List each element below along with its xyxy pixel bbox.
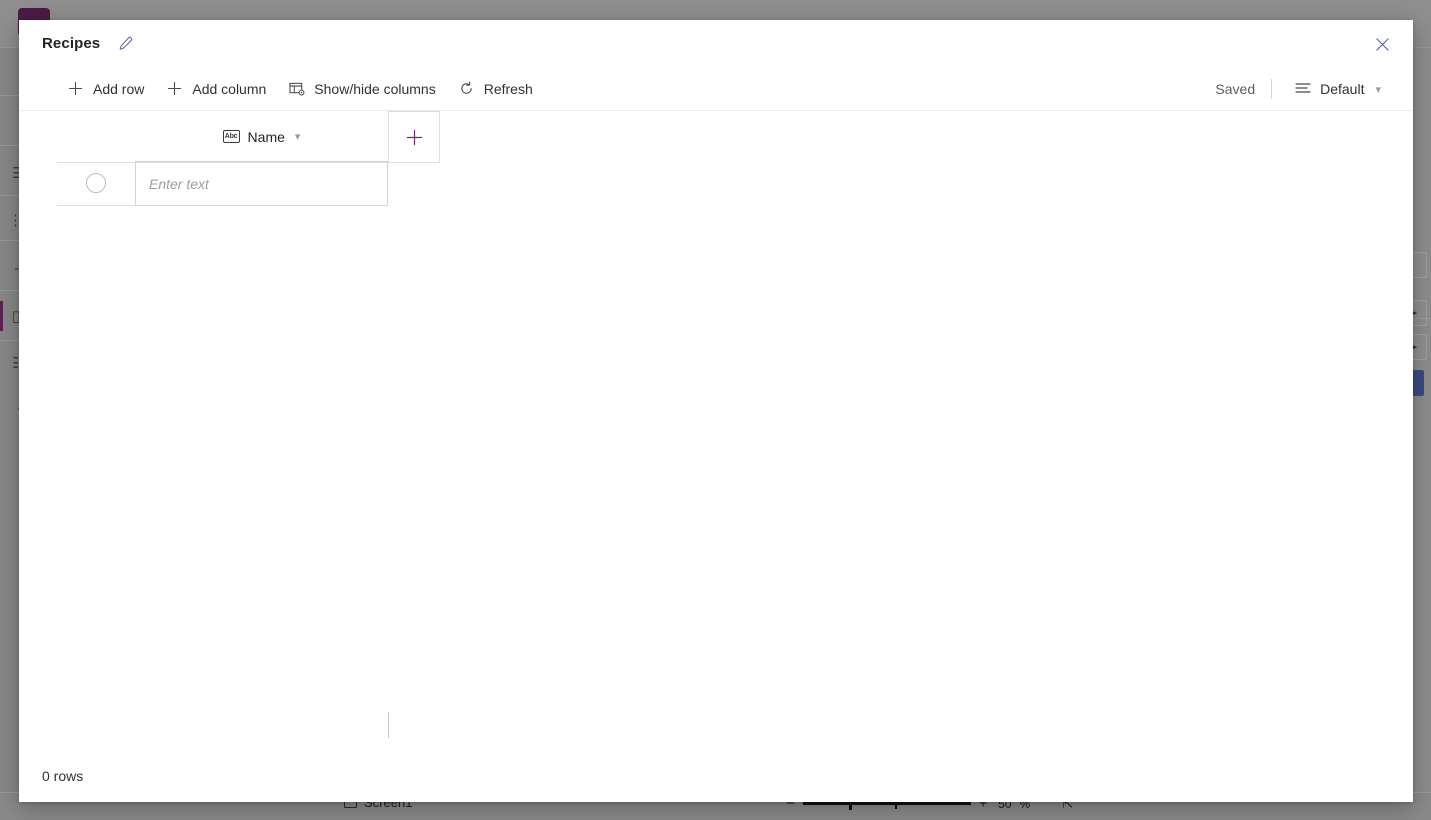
- new-row-name-input[interactable]: [147, 174, 387, 193]
- zoom-slider[interactable]: [802, 797, 971, 810]
- view-label: Default: [1320, 81, 1365, 97]
- add-column-button[interactable]: Add column: [156, 73, 276, 105]
- plus-icon: [406, 129, 422, 145]
- show-hide-columns-button[interactable]: Show/hide columns: [278, 73, 445, 105]
- grid-new-row: [57, 161, 388, 206]
- grid-header-row: Abc Name ▾: [57, 111, 388, 163]
- grid-header-select-cell: [57, 111, 135, 163]
- row-select-cell[interactable]: [57, 161, 135, 206]
- close-dialog-button[interactable]: [1367, 29, 1397, 59]
- columns-settings-icon: [288, 80, 305, 97]
- command-separator: [1271, 79, 1273, 99]
- grid-add-column-button[interactable]: [388, 111, 440, 163]
- add-row-button[interactable]: Add row: [57, 73, 154, 105]
- refresh-label: Refresh: [483, 80, 533, 97]
- grid-column-header-name[interactable]: Abc Name ▾: [135, 111, 388, 163]
- view-selector-button[interactable]: Default ▾: [1284, 73, 1391, 105]
- chevron-down-icon: ▾: [294, 131, 301, 143]
- row-count-label: 0 rows: [42, 768, 84, 784]
- save-status-label: Saved: [1215, 81, 1256, 97]
- dialog-title-bar: Recipes: [19, 20, 1413, 67]
- column-resize-guide: [388, 712, 389, 738]
- add-column-label: Add column: [192, 80, 267, 97]
- show-hide-columns-label: Show/hide columns: [314, 80, 436, 97]
- close-icon: [1375, 37, 1389, 51]
- abc-text-icon: Abc: [222, 130, 240, 143]
- refresh-button[interactable]: Refresh: [448, 73, 543, 105]
- refresh-icon: [458, 80, 475, 97]
- grid-cell-name[interactable]: [135, 161, 388, 206]
- rename-table-button[interactable]: [112, 31, 138, 57]
- pencil-icon: [119, 36, 133, 50]
- grid-column-label: Name: [247, 128, 285, 145]
- row-select-radio[interactable]: [86, 173, 106, 193]
- rail-selection-indicator: [0, 301, 3, 331]
- chevron-down-icon: ▾: [1375, 83, 1381, 96]
- view-list-icon: [1294, 81, 1311, 98]
- add-row-label: Add row: [93, 80, 145, 97]
- page-title: Recipes: [42, 35, 101, 52]
- dialog-command-bar: Add row Add column Show/hide columns Ref…: [19, 67, 1413, 111]
- plus-icon: [67, 80, 84, 97]
- dialog-footer: 0 rows: [19, 750, 1413, 802]
- data-grid: Abc Name ▾: [19, 111, 1413, 750]
- property-color-swatch[interactable]: [1412, 370, 1424, 396]
- plus-icon: [166, 80, 183, 97]
- data-table-dialog: Recipes Add row Add column Show/hide col…: [19, 20, 1413, 802]
